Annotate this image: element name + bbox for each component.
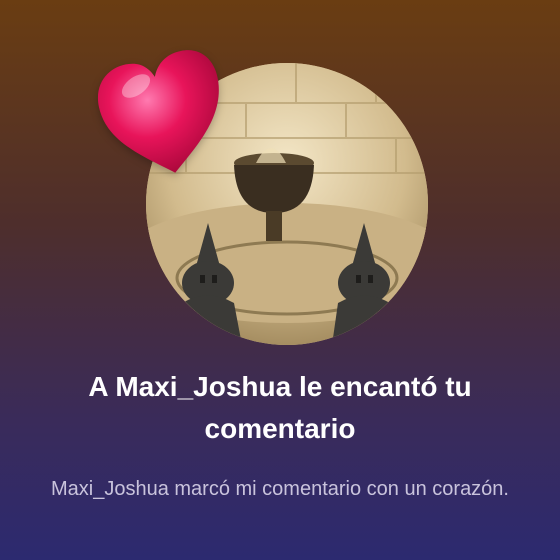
notification-title: A Maxi_Joshua le encantó tu comentario: [88, 371, 472, 444]
notification-message: Maxi_Joshua marcó mi comentario con un c…: [51, 478, 509, 500]
notification-screen: A Maxi_Joshua le encantó tu comentario M…: [0, 0, 560, 560]
heart-icon: [96, 48, 230, 182]
